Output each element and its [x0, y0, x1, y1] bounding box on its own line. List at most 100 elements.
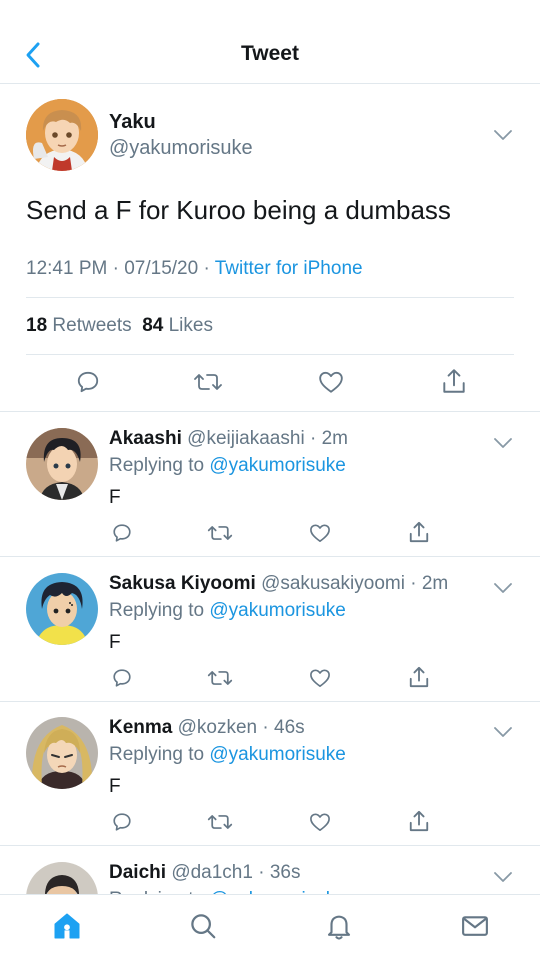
tweet-source-link[interactable]: Twitter for iPhone	[215, 258, 363, 279]
main-tweet: Yaku @yakumorisuke Send a F for Kuroo be…	[0, 84, 540, 412]
retweet-icon	[207, 526, 233, 540]
mail-icon	[462, 916, 488, 936]
share-icon	[443, 369, 465, 393]
tab-home[interactable]	[50, 909, 84, 943]
more-options-button[interactable]	[492, 581, 514, 595]
tweet-actions	[0, 368, 540, 398]
reply-text: F	[109, 632, 121, 653]
replying-to: Replying to @yakumorisuke	[109, 744, 346, 766]
tweet-stats: 18 Retweets 84 Likes	[26, 315, 213, 337]
like-button[interactable]	[308, 521, 332, 545]
comment-icon	[113, 813, 131, 831]
like-button[interactable]	[317, 368, 345, 396]
comment-icon	[113, 524, 131, 542]
tab-notifications[interactable]	[322, 909, 356, 943]
more-options-button[interactable]	[492, 870, 514, 884]
heart-icon	[310, 524, 330, 542]
reply-time: 46s	[274, 717, 305, 738]
reply-text: F	[109, 776, 121, 797]
user-handle[interactable]: @yakumorisuke	[109, 137, 253, 160]
bottom-tab-bar	[0, 894, 540, 960]
display-name[interactable]: Akaashi	[109, 428, 182, 449]
heart-icon	[310, 813, 330, 831]
replying-label: Replying to	[109, 744, 205, 765]
reply-button[interactable]	[74, 368, 102, 396]
more-options-button[interactable]	[492, 725, 514, 739]
bell-icon	[327, 915, 351, 940]
user-handle[interactable]: @da1ch1	[171, 862, 253, 883]
retweet-button[interactable]	[192, 368, 224, 396]
reply-text: F	[109, 487, 121, 508]
display-name[interactable]: Sakusa Kiyoomi	[109, 573, 256, 594]
likes-label: Likes	[168, 315, 213, 336]
chevron-down-icon	[494, 438, 512, 448]
divider	[26, 297, 514, 298]
like-button[interactable]	[308, 810, 332, 834]
tweet-meta: 12:41 PM · 07/15/20 · Twitter for iPhone	[26, 258, 363, 279]
reply-actions	[0, 666, 540, 692]
reply-button[interactable]	[110, 521, 134, 545]
display-name[interactable]: Kenma	[109, 717, 172, 738]
reply-actions	[0, 521, 540, 547]
reply-tweet[interactable]: Akaashi @keijiakaashi · 2m Replying to @…	[0, 413, 540, 557]
reply-actions	[0, 810, 540, 836]
replying-label: Replying to	[109, 600, 205, 621]
share-button[interactable]	[407, 664, 431, 690]
dot-separator: ·	[257, 717, 275, 738]
share-icon	[409, 666, 429, 688]
avatar[interactable]	[26, 99, 98, 171]
top-nav-bar: Tweet	[0, 0, 540, 84]
retweet-icon	[194, 374, 222, 390]
like-button[interactable]	[308, 666, 332, 690]
user-handle[interactable]: @sakusakiyoomi	[261, 573, 405, 594]
share-button[interactable]	[440, 366, 468, 396]
retweet-icon	[207, 671, 233, 685]
more-options-button[interactable]	[492, 128, 514, 142]
reply-button[interactable]	[110, 666, 134, 690]
display-name[interactable]: Daichi	[109, 862, 166, 883]
reply-header: Daichi @da1ch1 · 36s	[109, 862, 300, 884]
reply-time: 2m	[321, 428, 348, 449]
retweet-button[interactable]	[206, 810, 234, 834]
reply-tweet[interactable]: Sakusa Kiyoomi @sakusakiyoomi · 2m Reply…	[0, 558, 540, 702]
reply-header: Kenma @kozken · 46s	[109, 717, 305, 739]
more-options-button[interactable]	[492, 436, 514, 450]
share-icon	[409, 810, 429, 832]
retweets-label: Retweets	[52, 315, 132, 336]
divider	[26, 354, 514, 355]
reply-button[interactable]	[110, 810, 134, 834]
dot-separator: ·	[404, 573, 422, 594]
mention-link[interactable]: @yakumorisuke	[209, 744, 346, 765]
avatar[interactable]	[26, 428, 98, 500]
mention-link[interactable]: @yakumorisuke	[209, 600, 346, 621]
replying-label: Replying to	[109, 455, 205, 476]
user-handle[interactable]: @kozken	[178, 717, 258, 738]
chevron-down-icon	[494, 583, 512, 593]
home-icon	[54, 913, 80, 939]
tab-search[interactable]	[186, 909, 220, 943]
mention-link[interactable]: @yakumorisuke	[209, 455, 346, 476]
dot-separator: ·	[252, 862, 270, 883]
avatar[interactable]	[26, 717, 98, 789]
heart-icon	[319, 371, 343, 393]
retweet-button[interactable]	[206, 666, 234, 690]
heart-icon	[310, 669, 330, 687]
retweet-button[interactable]	[206, 521, 234, 545]
share-button[interactable]	[407, 519, 431, 545]
replying-to: Replying to @yakumorisuke	[109, 600, 346, 622]
share-button[interactable]	[407, 808, 431, 834]
avatar[interactable]	[26, 573, 98, 645]
tweet-time: 12:41 PM	[26, 258, 108, 279]
likes-stat[interactable]: 84 Likes	[142, 315, 213, 336]
user-handle[interactable]: @keijiakaashi	[187, 428, 305, 449]
retweets-count: 18	[26, 315, 48, 336]
comment-icon	[77, 371, 99, 393]
replying-to: Replying to @yakumorisuke	[109, 455, 346, 477]
reply-time: 2m	[421, 573, 449, 594]
reply-tweet[interactable]: Kenma @kozken · 46s Replying to @yakumor…	[0, 702, 540, 846]
page-title: Tweet	[241, 42, 299, 65]
tweet-date: 07/15/20	[124, 258, 199, 279]
display-name[interactable]: Yaku	[109, 111, 156, 134]
retweets-stat[interactable]: 18 Retweets	[26, 315, 132, 336]
tab-messages[interactable]	[458, 909, 492, 943]
